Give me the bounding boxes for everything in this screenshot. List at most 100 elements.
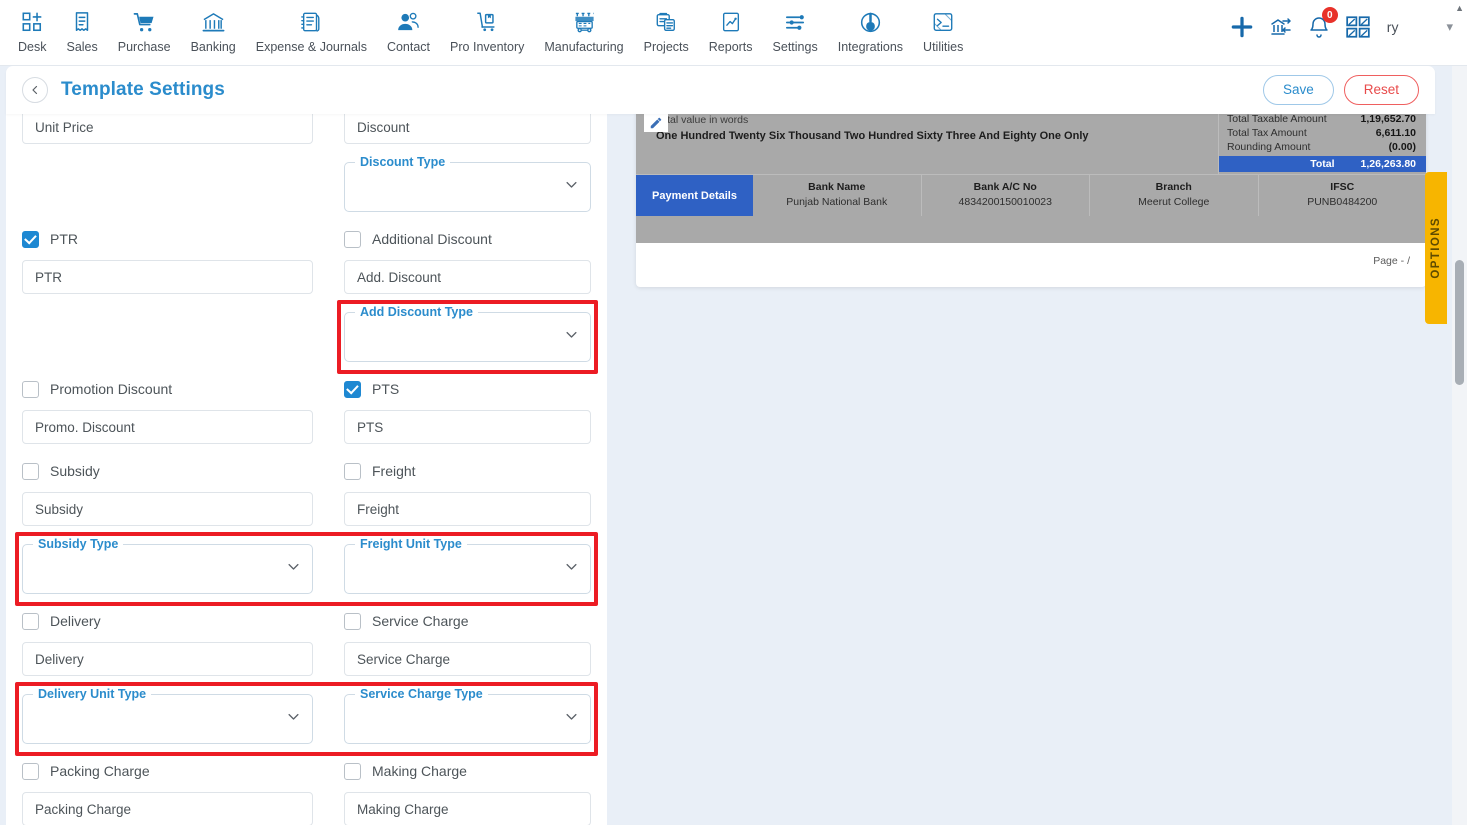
select-subsidy-type[interactable]: Subsidy Type: [22, 537, 313, 594]
nav-item-expense-journals[interactable]: Expense & Journals: [246, 9, 377, 54]
bell-icon[interactable]: 0: [1307, 7, 1338, 39]
checkbox-making-charge[interactable]: [344, 762, 361, 780]
nav-item-label: Projects: [643, 40, 689, 54]
options-tab-label: OPTIONS: [1430, 217, 1442, 279]
nav-item-contact[interactable]: Contact: [377, 9, 440, 54]
select-freight-unit-type[interactable]: Freight Unit Type: [344, 537, 591, 594]
page-scrollbar[interactable]: [1452, 66, 1467, 825]
total-line-total-taxable-amount: Total Taxable Amount 1,19,652.70: [1219, 112, 1426, 126]
checkbox-row-additional-discount: Additional Discount: [344, 226, 591, 252]
settings-field-grid: Unit Price Discount Discount Type PTR Additi…: [15, 110, 598, 825]
checkbox-promotion-discount[interactable]: [22, 380, 39, 398]
input-value: PTS: [357, 419, 384, 435]
input-promo-discount[interactable]: Promo. Discount: [22, 410, 313, 444]
select-field-freight-unit-type: Freight Unit Type: [344, 537, 591, 594]
select-field-delivery-unit-type: Delivery Unit Type: [22, 687, 313, 744]
select-delivery-unit-type[interactable]: Delivery Unit Type: [22, 687, 313, 744]
main-content-area: Unit Price Discount Discount Type PTR Additi…: [6, 110, 1435, 825]
input-unit-price[interactable]: Unit Price: [22, 110, 313, 144]
text-field-subsidy: Subsidy: [22, 492, 313, 526]
checkbox-label: PTR: [50, 231, 78, 247]
nav-item-manufacturing[interactable]: Manufacturing: [534, 9, 633, 54]
checkbox-pts[interactable]: [344, 380, 361, 398]
total-in-words-value: One Hundred Twenty Six Thousand Two Hund…: [656, 129, 1089, 142]
receipt-icon: [71, 9, 93, 35]
total-line-total-tax-amount: Total Tax Amount 6,611.10: [1219, 126, 1426, 140]
pencil-icon[interactable]: [644, 113, 668, 132]
checkbox-label: Packing Charge: [50, 763, 150, 779]
checkbox-packing-charge[interactable]: [22, 762, 39, 780]
payment-cell-key: Branch: [1155, 181, 1192, 193]
grand-total-row: Total 1,26,263.80: [1219, 156, 1426, 172]
select-discount-type[interactable]: Discount Type: [344, 155, 591, 212]
nav-item-settings[interactable]: Settings: [763, 9, 828, 54]
checkbox-ptr[interactable]: [22, 230, 39, 248]
nav-item-projects[interactable]: Projects: [634, 9, 699, 54]
checkbox-subsidy[interactable]: [22, 462, 39, 480]
input-service-charge[interactable]: Service Charge: [344, 642, 591, 676]
payment-cell-key: Bank Name: [808, 181, 866, 193]
nav-item-banking[interactable]: Banking: [181, 9, 246, 54]
input-subsidy[interactable]: Subsidy: [22, 492, 313, 526]
total-line-label: Rounding Amount: [1227, 141, 1311, 153]
select-label: Add Discount Type: [355, 305, 478, 319]
payment-cell-bank-a-c-no: Bank A/C No 4834200150010023: [922, 175, 1090, 216]
payment-details-table: Payment Details Bank Name Punjab National…: [636, 174, 1426, 216]
checkbox-label: Additional Discount: [372, 231, 492, 247]
input-freight[interactable]: Freight: [344, 492, 591, 526]
page-scrollbar-thumb[interactable]: [1455, 260, 1464, 385]
back-button[interactable]: [22, 77, 48, 103]
plug-icon: [859, 9, 882, 35]
people-icon: [397, 9, 420, 35]
nav-right-actions: 0 ry ▾: [1229, 0, 1467, 40]
checkbox-additional-discount[interactable]: [344, 230, 361, 248]
text-field-unit-price: Unit Price: [22, 110, 313, 144]
input-value: Freight: [357, 501, 400, 517]
input-value: Add. Discount: [357, 269, 442, 285]
clipboard-icon: [655, 9, 677, 35]
nav-item-utilities[interactable]: Utilities: [913, 9, 973, 54]
nav-item-desk[interactable]: Desk: [8, 9, 56, 54]
input-pts[interactable]: PTS: [344, 410, 591, 444]
apps-grid-icon[interactable]: [1345, 14, 1371, 40]
plus-icon[interactable]: [1229, 14, 1255, 40]
report-chart-icon: [720, 9, 742, 35]
bank-transfer-icon[interactable]: [1269, 15, 1293, 39]
checkbox-service-charge[interactable]: [344, 612, 361, 630]
checkbox-delivery[interactable]: [22, 612, 39, 630]
total-line-value: (0.00): [1388, 141, 1416, 153]
invoice-preview-panel: Total value in words One Hundred Twenty …: [630, 110, 1435, 825]
input-ptr[interactable]: PTR: [22, 260, 313, 294]
text-field-pts: PTS: [344, 410, 591, 444]
checkbox-label: Delivery: [50, 613, 101, 629]
nav-item-integrations[interactable]: Integrations: [828, 9, 913, 54]
nav-item-label: Settings: [772, 40, 818, 54]
reset-button[interactable]: Reset: [1343, 74, 1419, 106]
save-button[interactable]: Save: [1262, 74, 1334, 106]
input-add-discount[interactable]: Add. Discount: [344, 260, 591, 294]
input-packing-charge[interactable]: Packing Charge: [22, 792, 313, 825]
scroll-up-arrow[interactable]: ▲: [1455, 3, 1464, 13]
chevron-down-icon[interactable]: ▾: [1446, 19, 1453, 35]
select-add-discount-type[interactable]: Add Discount Type: [344, 305, 591, 362]
total-line-label: Total Taxable Amount: [1227, 113, 1327, 125]
input-discount[interactable]: Discount: [344, 110, 591, 144]
nav-item-reports[interactable]: Reports: [699, 9, 763, 54]
chevron-left-icon: [32, 85, 38, 95]
input-making-charge[interactable]: Making Charge: [344, 792, 591, 825]
checkbox-freight[interactable]: [344, 462, 361, 480]
total-line-label: Total Tax Amount: [1227, 127, 1307, 139]
invoice-blank-strip: [636, 216, 1426, 243]
payment-cell-value: PUNB0484200: [1307, 196, 1378, 208]
invoice-summary-section: Total value in words One Hundred Twenty …: [636, 110, 1426, 243]
options-side-tab[interactable]: OPTIONS: [1425, 172, 1447, 324]
nav-item-purchase[interactable]: Purchase: [108, 9, 181, 54]
input-delivery[interactable]: Delivery: [22, 642, 313, 676]
chevron-down-icon: [286, 709, 301, 729]
nav-item-pro-inventory[interactable]: Pro Inventory: [440, 9, 534, 54]
nav-item-sales[interactable]: Sales: [56, 9, 107, 54]
select-service-charge-type[interactable]: Service Charge Type: [344, 687, 591, 744]
text-field-discount: Discount: [344, 110, 591, 144]
payment-cell-ifsc: IFSC PUNB0484200: [1259, 175, 1427, 216]
checkbox-row-pts: PTS: [344, 376, 591, 402]
